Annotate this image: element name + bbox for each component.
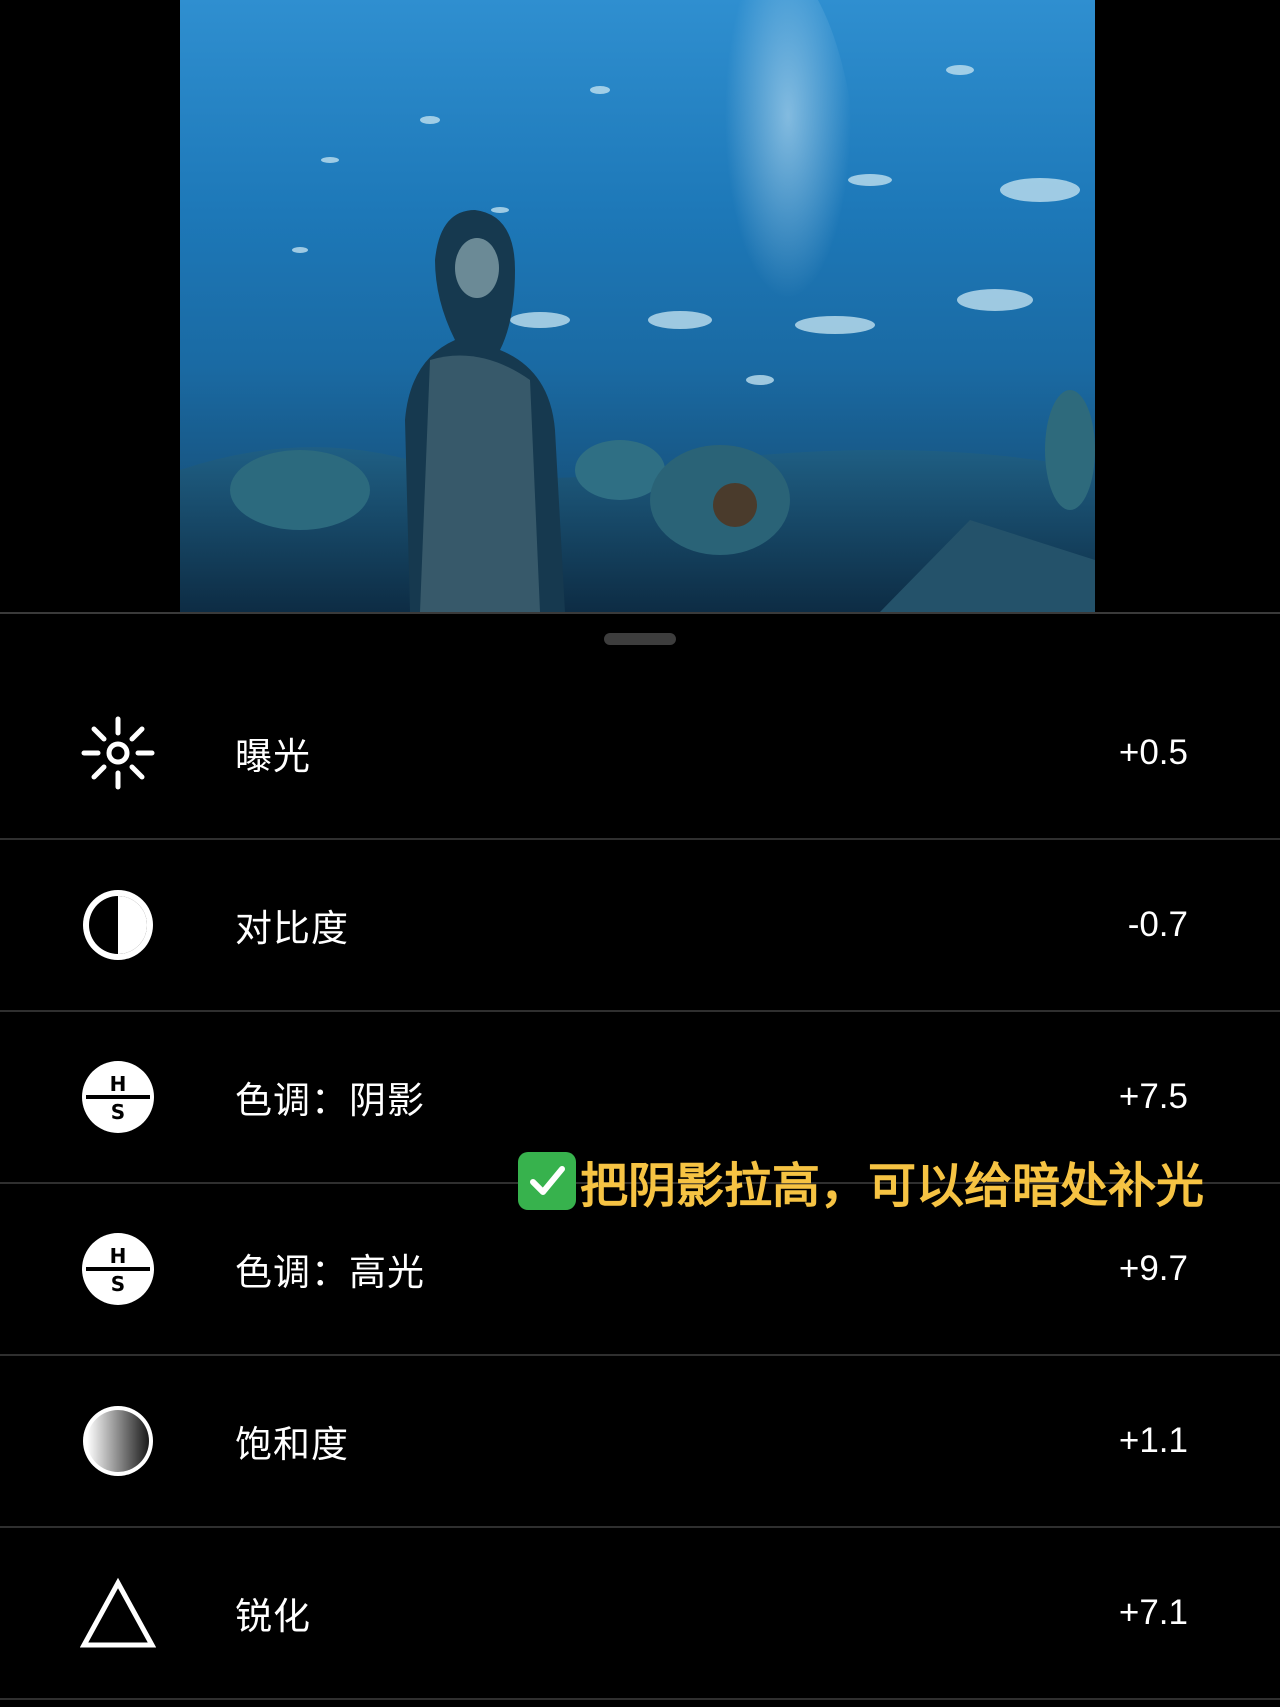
adjustment-row-exposure[interactable]: 曝光 +0.5 (0, 668, 1280, 840)
adjustment-value: +1.1 (1118, 1421, 1188, 1460)
adjustment-row-sharpen[interactable]: 锐化 +7.1 (0, 1528, 1280, 1700)
hs-bottom-glyph: S (111, 1272, 125, 1296)
hs-top-glyph: H (110, 1072, 127, 1096)
adjustment-value: +7.1 (1118, 1593, 1188, 1632)
adjustment-row-contrast[interactable]: 对比度 -0.7 (0, 840, 1280, 1012)
adjustment-value: +7.5 (1118, 1077, 1188, 1116)
annotation-text: 把阴影拉高，可以给暗处补光 (580, 1158, 1205, 1214)
adjustment-label: 饱和度 (235, 1423, 349, 1466)
sheet-divider (0, 612, 1280, 614)
sun-icon (80, 715, 156, 791)
adjustment-value: +9.7 (1118, 1249, 1188, 1288)
hs-top-glyph: H (110, 1244, 127, 1268)
hs-bottom-glyph: S (111, 1100, 125, 1124)
adjustment-label: 色调：高光 (235, 1251, 425, 1294)
check-mark-icon (518, 1152, 576, 1210)
photo-preview[interactable] (180, 0, 1095, 612)
tone-highlights-icon: H S (80, 1231, 156, 1307)
adjustment-value: +0.5 (1118, 733, 1188, 772)
saturation-icon (80, 1403, 156, 1479)
adjustment-label: 对比度 (235, 907, 349, 950)
adjustment-label: 曝光 (235, 735, 311, 778)
sharpen-icon (80, 1575, 156, 1651)
drag-handle[interactable] (604, 633, 676, 645)
photo-image (180, 0, 1095, 612)
annotation-overlay: 把阴影拉高，可以给暗处补光 (518, 1148, 1204, 1214)
contrast-icon (80, 887, 156, 963)
adjustment-row-saturation[interactable]: 饱和度 +1.1 (0, 1356, 1280, 1528)
adjustment-value: -0.7 (1127, 905, 1188, 944)
adjustment-label: 色调：阴影 (235, 1079, 425, 1122)
adjustment-label: 锐化 (235, 1595, 311, 1638)
tone-shadows-icon: H S (80, 1059, 156, 1135)
